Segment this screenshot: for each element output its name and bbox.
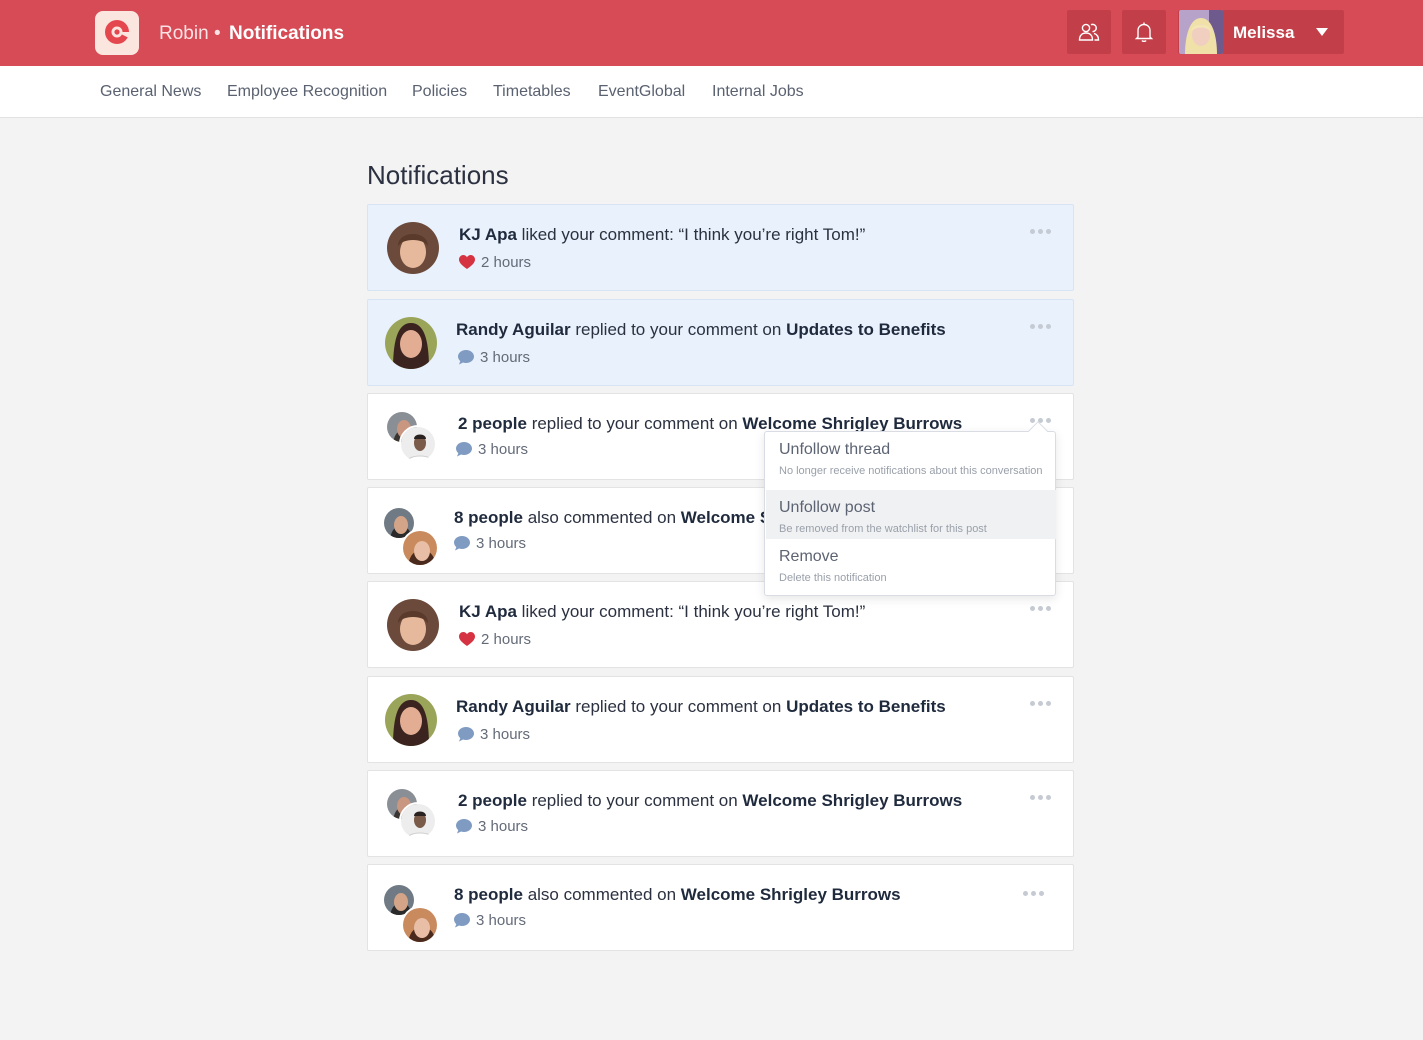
target-link[interactable]: Updates to Benefits xyxy=(786,320,946,339)
notifications-button[interactable] xyxy=(1122,10,1166,54)
target-link[interactable]: Updates to Benefits xyxy=(786,697,946,716)
user-menu-button[interactable]: Melissa xyxy=(1178,10,1344,54)
comment-icon xyxy=(456,442,472,457)
more-options-icon[interactable] xyxy=(1030,324,1054,330)
notification-text: replied to your comment on xyxy=(526,414,743,433)
timestamp: 3 hours xyxy=(480,726,531,743)
comment-icon xyxy=(454,536,470,551)
notification-text: replied to your comment on xyxy=(570,697,787,716)
notification-item[interactable]: Randy Aguilar replied to your comment on… xyxy=(367,676,1074,763)
actor-name[interactable]: 2 people xyxy=(458,791,527,810)
heart-icon xyxy=(459,632,475,646)
notification-text: liked your comment: “I think you’re righ… xyxy=(516,225,866,244)
comment-icon xyxy=(458,350,474,365)
category-nav: General News Employee Recognition Polici… xyxy=(0,66,1423,118)
avatar xyxy=(387,599,439,651)
people-icon xyxy=(1078,23,1100,41)
menu-item-description: No longer receive notifications about th… xyxy=(779,465,1043,477)
menu-item-label: Remove xyxy=(779,548,839,565)
more-options-icon[interactable] xyxy=(1030,229,1054,235)
user-avatar xyxy=(1179,10,1223,54)
comment-icon xyxy=(456,819,472,834)
caret-down-icon xyxy=(1316,28,1328,36)
target-link[interactable]: Welcome Shrigley Burrows xyxy=(742,791,962,810)
nav-employee-recognition[interactable]: Employee Recognition xyxy=(227,83,387,101)
notification-item[interactable]: 2 people replied to your comment on Welc… xyxy=(367,770,1074,857)
more-options-icon[interactable] xyxy=(1023,891,1047,897)
menu-item-description: Be removed from the watchlist for this p… xyxy=(779,523,987,535)
more-options-icon[interactable] xyxy=(1030,701,1054,707)
menu-item-unfollow-post[interactable]: Unfollow post Be removed from the watchl… xyxy=(766,490,1056,539)
avatar xyxy=(385,694,437,746)
avatar xyxy=(385,317,437,369)
timestamp: 3 hours xyxy=(478,818,529,835)
notification-text: also commented on xyxy=(522,885,681,904)
nav-internal-jobs[interactable]: Internal Jobs xyxy=(712,83,804,101)
actor-name[interactable]: KJ Apa xyxy=(459,602,517,621)
notification-text: replied to your comment on xyxy=(526,791,743,810)
actor-name[interactable]: 8 people xyxy=(454,508,523,527)
page-name: Notifications xyxy=(229,23,345,44)
menu-item-description: Delete this notification xyxy=(779,572,887,584)
target-link[interactable]: Welcome Shrigley Burrows xyxy=(681,885,901,904)
top-bar: Robin • Notifications Melissa xyxy=(0,0,1423,66)
more-options-icon[interactable] xyxy=(1030,418,1054,424)
page-title: Notifications xyxy=(367,160,509,190)
actor-name[interactable]: KJ Apa xyxy=(459,225,517,244)
timestamp: 3 hours xyxy=(476,912,527,929)
notification-text: liked your comment: “I think you’re righ… xyxy=(516,602,866,621)
avatar xyxy=(399,802,437,840)
nav-policies[interactable]: Policies xyxy=(412,83,467,101)
notification-item[interactable]: Randy Aguilar replied to your comment on… xyxy=(367,299,1074,386)
avatar xyxy=(401,906,439,944)
timestamp: 2 hours xyxy=(481,631,532,648)
actor-name[interactable]: 8 people xyxy=(454,885,523,904)
notification-text: replied to your comment on xyxy=(570,320,787,339)
heart-icon xyxy=(459,255,475,269)
nav-general-news[interactable]: General News xyxy=(100,83,201,101)
avatar xyxy=(387,222,439,274)
notification-item[interactable]: 8 people also commented on Welcome Shrig… xyxy=(367,864,1074,951)
user-name: Melissa xyxy=(1233,23,1295,42)
nav-timetables[interactable]: Timetables xyxy=(493,83,571,101)
timestamp: 3 hours xyxy=(478,441,529,458)
actor-name[interactable]: 2 people xyxy=(458,414,527,433)
menu-item-remove[interactable]: Remove Delete this notification xyxy=(766,539,1056,588)
actor-name[interactable]: Randy Aguilar xyxy=(456,697,571,716)
more-options-icon[interactable] xyxy=(1030,795,1054,801)
timestamp: 3 hours xyxy=(476,535,527,552)
timestamp: 3 hours xyxy=(480,349,531,366)
nav-eventglobal[interactable]: EventGlobal xyxy=(598,83,685,101)
logo-icon[interactable] xyxy=(95,11,139,55)
menu-item-label: Unfollow post xyxy=(779,499,876,516)
notification-item[interactable]: KJ Apa liked your comment: “I think you’… xyxy=(367,204,1074,291)
breadcrumb-separator: • xyxy=(214,23,221,44)
comment-icon xyxy=(458,727,474,742)
avatar xyxy=(399,425,437,463)
menu-item-label: Unfollow thread xyxy=(779,441,891,458)
comment-icon xyxy=(454,913,470,928)
people-button[interactable] xyxy=(1067,10,1111,54)
menu-item-unfollow-thread[interactable]: Unfollow thread No longer receive notifi… xyxy=(766,432,1056,481)
brand-name[interactable]: Robin xyxy=(159,23,209,45)
avatar xyxy=(401,529,439,567)
more-options-icon[interactable] xyxy=(1030,606,1054,612)
notification-options-menu: Unfollow thread No longer receive notifi… xyxy=(764,431,1056,596)
actor-name[interactable]: Randy Aguilar xyxy=(456,320,571,339)
timestamp: 2 hours xyxy=(481,254,532,271)
notification-text: also commented on xyxy=(522,508,681,527)
bell-icon xyxy=(1134,22,1154,43)
